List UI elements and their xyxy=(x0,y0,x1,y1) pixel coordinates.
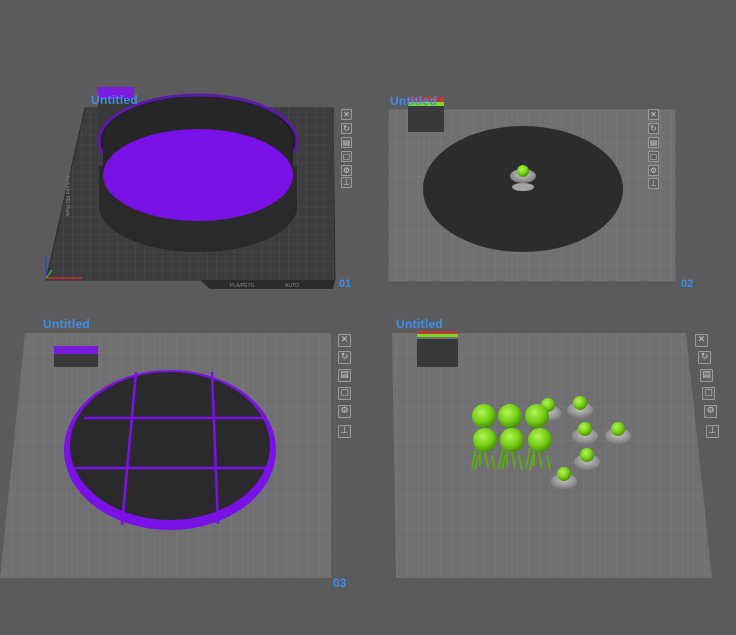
lock-icon[interactable]: ▢ xyxy=(338,387,351,400)
settings-icon[interactable]: ⚙ xyxy=(704,405,717,418)
edit-icon[interactable]: ⊥ xyxy=(338,425,351,438)
multi-plate-view: Untitled Untitled Untitled Untitled 01 0… xyxy=(0,0,736,635)
lock-icon[interactable]: ▢ xyxy=(341,151,352,162)
cylinder-model[interactable] xyxy=(97,93,299,252)
close-icon[interactable]: ✕ xyxy=(338,334,351,347)
lock-icon[interactable]: ▢ xyxy=(702,387,715,400)
plate-number: 03 xyxy=(333,576,347,590)
filament-swatch-2[interactable] xyxy=(408,106,444,132)
plate-number: 01 xyxy=(339,278,352,290)
edit-icon[interactable]: ⊥ xyxy=(341,177,352,188)
plate-title[interactable]: Untitled xyxy=(43,317,90,331)
edit-icon[interactable]: ⊥ xyxy=(648,178,659,189)
plate-filament-label: PLA/PETG xyxy=(230,283,255,289)
filament-swatch-3[interactable] xyxy=(54,352,98,367)
lock-icon[interactable]: ▢ xyxy=(648,151,659,162)
plate-side-label: Textured PEI Plate xyxy=(64,175,70,217)
auto-orient-icon[interactable]: ↻ xyxy=(648,123,659,134)
arrange-icon[interactable]: ▤ xyxy=(700,369,713,382)
auto-orient-icon[interactable]: ↻ xyxy=(341,123,352,134)
plate-1[interactable] xyxy=(45,87,336,289)
close-icon[interactable]: ✕ xyxy=(695,334,708,347)
arrange-icon[interactable]: ▤ xyxy=(338,369,351,382)
arrange-icon[interactable]: ▤ xyxy=(648,137,659,148)
plate-type-label: AUTO xyxy=(285,283,299,289)
close-icon[interactable]: ✕ xyxy=(648,109,659,120)
plate-title[interactable]: Untitled xyxy=(91,93,138,107)
settings-icon[interactable]: ⚙ xyxy=(338,405,351,418)
settings-icon[interactable]: ⚙ xyxy=(648,165,659,176)
plate-title[interactable]: Untitled xyxy=(396,317,443,331)
plate-number: 02 xyxy=(681,278,694,290)
grid-disc-model[interactable] xyxy=(64,370,276,530)
arrange-icon[interactable]: ▤ xyxy=(341,137,352,148)
plate-2[interactable] xyxy=(387,97,677,283)
close-icon[interactable]: ✕ xyxy=(341,109,352,120)
plate-3[interactable] xyxy=(0,333,331,578)
plate-title[interactable]: Untitled xyxy=(390,94,437,108)
auto-orient-icon[interactable]: ↻ xyxy=(698,351,711,364)
settings-icon[interactable]: ⚙ xyxy=(341,165,352,176)
filament-swatch-4[interactable] xyxy=(417,339,458,367)
edit-icon[interactable]: ⊥ xyxy=(706,425,719,438)
auto-orient-icon[interactable]: ↻ xyxy=(338,351,351,364)
plate-4[interactable] xyxy=(392,331,712,578)
